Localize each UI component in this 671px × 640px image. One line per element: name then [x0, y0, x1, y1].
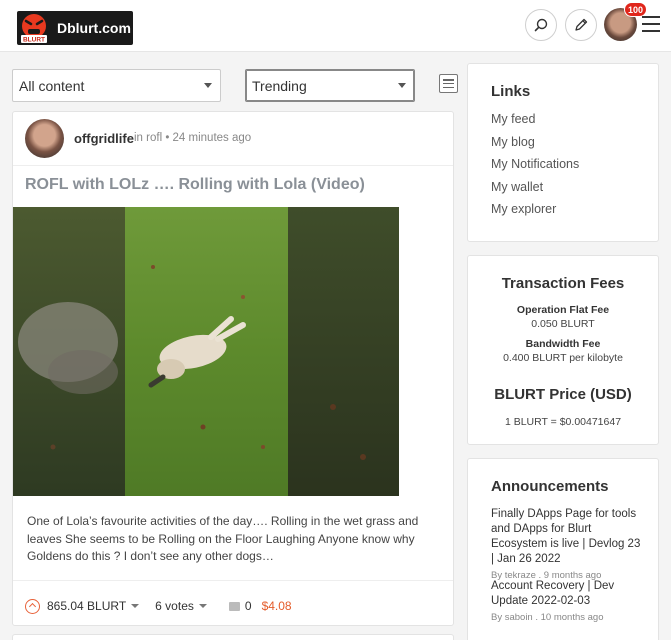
announcement-title[interactable]: Account Recovery | Dev Update 2022-02-03: [491, 579, 641, 609]
vote-count[interactable]: 6 votes: [155, 599, 194, 613]
post-excerpt[interactable]: One of Lola’s favourite activities of th…: [27, 513, 443, 566]
price-value: 1 BLURT = $0.00471647: [504, 416, 622, 428]
announcements-panel: Announcements Finally DApps Page for too…: [467, 458, 659, 640]
fees-title: Transaction Fees: [501, 275, 625, 292]
announcements-title: Announcements: [491, 478, 609, 495]
svg-text:BLURT: BLURT: [23, 37, 45, 44]
sort-filter-select[interactable]: Trending: [245, 69, 415, 102]
link-my-notifications[interactable]: My Notifications: [491, 157, 579, 171]
post-footer: 865.04 BLURT 6 votes 0 $4.08: [25, 596, 292, 616]
search-button[interactable]: [525, 9, 557, 41]
links-title: Links: [491, 83, 531, 100]
announcement-meta: By saboin . 10 months ago: [491, 612, 604, 623]
divider: [13, 165, 453, 166]
site-logo[interactable]: BLURT Dblurt.com: [17, 11, 133, 45]
link-my-explorer[interactable]: My explorer: [491, 202, 556, 216]
post-value[interactable]: 865.04 BLURT: [47, 599, 126, 613]
op-fee-label: Operation Flat Fee: [516, 304, 610, 316]
announcement-title[interactable]: Finally DApps Page for tools and DApps f…: [491, 507, 641, 567]
op-fee-value: 0.050 BLURT: [531, 318, 595, 330]
search-icon: [534, 18, 548, 32]
link-my-feed[interactable]: My feed: [491, 112, 535, 126]
bw-fee-label: Bandwidth Fee: [525, 338, 601, 350]
chevron-down-icon[interactable]: [131, 604, 140, 608]
blurt-logo-icon: BLURT: [17, 11, 51, 45]
sort-filter-value: Trending: [252, 78, 307, 94]
links-panel: Links My feed My blog My Notifications M…: [467, 63, 659, 242]
announcement-item[interactable]: Account Recovery | Dev Update 2022-02-03…: [491, 579, 641, 623]
logo-text: Dblurt.com: [57, 20, 131, 36]
announcement-item[interactable]: Finally DApps Page for tools and DApps f…: [491, 507, 641, 581]
write-post-button[interactable]: [565, 9, 597, 41]
content-filter-select[interactable]: All content: [12, 69, 221, 102]
post-author[interactable]: offgridlife: [74, 131, 134, 146]
bw-fee-value: 0.400 BLURT per kilobyte: [503, 352, 623, 364]
price-title: BLURT Price (USD): [494, 386, 632, 403]
post-title[interactable]: ROFL with LOLz …. Rolling with Lola (Vid…: [25, 176, 365, 194]
comment-count[interactable]: 0: [245, 599, 252, 613]
divider: [13, 580, 453, 581]
next-post-card: [12, 634, 454, 640]
content-filter-value: All content: [19, 78, 85, 94]
author-avatar[interactable]: [25, 119, 64, 158]
notification-badge[interactable]: 100: [624, 2, 648, 17]
post-meta: in rofl • 24 minutes ago: [134, 132, 252, 144]
fees-panel: Transaction Fees Operation Flat Fee 0.05…: [467, 255, 659, 445]
pencil-icon: [575, 18, 588, 31]
upvote-icon[interactable]: [25, 598, 40, 614]
comment-icon[interactable]: [228, 601, 240, 611]
layout-toggle-icon[interactable]: [439, 74, 458, 93]
chevron-down-icon: [204, 83, 212, 88]
post-thumbnail[interactable]: [13, 207, 399, 496]
link-my-wallet[interactable]: My wallet: [491, 180, 543, 194]
top-header: BLURT Dblurt.com 100: [0, 0, 671, 52]
link-my-blog[interactable]: My blog: [491, 135, 535, 149]
post-card: offgridlife in rofl • 24 minutes ago ROF…: [12, 111, 454, 626]
chevron-down-icon[interactable]: [198, 604, 207, 608]
chevron-down-icon: [398, 83, 406, 88]
menu-icon[interactable]: [642, 16, 660, 32]
payout-amount[interactable]: $4.08: [262, 599, 292, 613]
